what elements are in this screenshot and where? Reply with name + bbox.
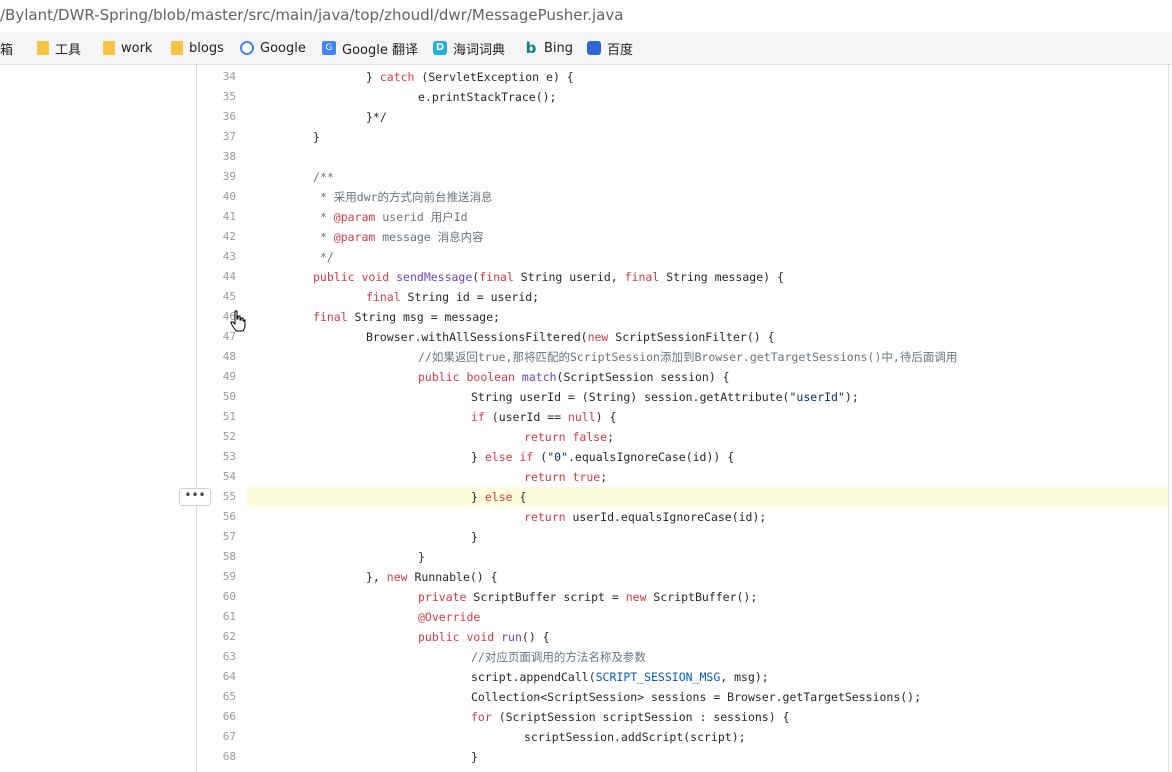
code-line: }: [418, 550, 425, 564]
code-line: private ScriptBuffer script = new Script…: [418, 590, 758, 604]
bookmark-label: 邮箱: [0, 42, 14, 58]
line-number[interactable]: 61: [196, 607, 236, 627]
code-line: return userId.equalsIgnoreCase(id);: [524, 510, 767, 524]
line-number[interactable]: 54: [196, 467, 236, 487]
line-number[interactable]: 50: [196, 387, 236, 407]
code-line: Browser.withAllSessionsFiltered(new Scri…: [366, 330, 775, 344]
content-border: [1168, 65, 1169, 772]
code-line: */: [313, 250, 334, 264]
bookmark-work[interactable]: work: [103, 32, 152, 64]
line-number[interactable]: 62: [196, 627, 236, 647]
expand-more-button[interactable]: •••: [179, 488, 211, 506]
code-line: * 采用dwr的方式向前台推送消息: [313, 190, 493, 204]
bookmark-bing[interactable]: b Bing: [524, 32, 573, 64]
line-number[interactable]: 60: [196, 587, 236, 607]
code-line: @Override: [418, 610, 481, 624]
bookmark-baidu[interactable]: 百度: [587, 32, 633, 64]
bookmark-label: Google: [260, 40, 306, 56]
line-number[interactable]: 63: [196, 647, 236, 667]
line-number[interactable]: 53: [196, 447, 236, 467]
dict-icon: D: [433, 41, 447, 55]
code-line: //对应页面调用的方法名称及参数: [471, 650, 646, 664]
code-line: scriptSession.addScript(script);: [524, 730, 746, 744]
url-text[interactable]: /Bylant/DWR-Spring/blob/master/src/main/…: [0, 6, 623, 24]
line-number[interactable]: 57: [196, 527, 236, 547]
line-number[interactable]: 37: [196, 127, 236, 147]
bookmark-label: Bing: [544, 40, 574, 56]
line-number[interactable]: 64: [196, 667, 236, 687]
line-number[interactable]: 52: [196, 427, 236, 447]
line-number[interactable]: 40: [196, 187, 236, 207]
google-translate-icon: G: [322, 41, 336, 55]
code-line: script.appendCall(SCRIPT_SESSION_MSG, ms…: [471, 670, 769, 684]
code-line: return true;: [524, 470, 608, 484]
code-line: return false;: [524, 430, 615, 444]
bookmark-label: blogs: [189, 40, 224, 56]
code-line: } catch (ServletException e) {: [366, 70, 574, 84]
google-icon: [240, 41, 254, 55]
line-number[interactable]: 48: [196, 347, 236, 367]
code-line: }: [471, 530, 478, 544]
line-number[interactable]: 35: [196, 87, 236, 107]
code-line: } else if ("0".equalsIgnoreCase(id)) {: [471, 450, 735, 464]
line-number[interactable]: 59: [196, 567, 236, 587]
code-line: e.printStackTrace();: [418, 90, 557, 104]
line-number[interactable]: 44: [196, 267, 236, 287]
bookmark-mail[interactable]: 邮箱: [0, 32, 13, 64]
line-number[interactable]: 51: [196, 407, 236, 427]
code-line: * @param userid 用户Id: [313, 210, 468, 224]
code-line: } else {: [471, 490, 527, 504]
hand-cursor-icon: [230, 310, 246, 332]
bookmark-dict[interactable]: D 海词词典: [433, 32, 505, 64]
code-line: if (userId == null) {: [471, 410, 617, 424]
bookmark-label: 海词词典: [453, 42, 506, 58]
code-line: final String msg = message;: [313, 310, 500, 324]
code-line: }: [313, 130, 320, 144]
bookmarks-bar: 邮箱 工具 work blogs Google G Google 翻译 D 海词…: [0, 32, 1172, 65]
line-number[interactable]: 56: [196, 507, 236, 527]
code-line: }*/: [366, 110, 387, 124]
bookmark-label: Google 翻译: [342, 42, 418, 58]
code-line: String userId = (String) session.getAttr…: [471, 390, 859, 404]
code-line: public void run() {: [418, 630, 550, 644]
bookmark-label: 百度: [607, 42, 634, 58]
bing-icon: b: [525, 39, 537, 57]
line-number[interactable]: 68: [196, 747, 236, 767]
line-number[interactable]: 42: [196, 227, 236, 247]
line-number[interactable]: 41: [196, 207, 236, 227]
baidu-icon: [587, 41, 601, 55]
line-number[interactable]: 36: [196, 107, 236, 127]
line-number[interactable]: 67: [196, 727, 236, 747]
bookmark-blogs[interactable]: blogs: [171, 32, 224, 64]
line-number[interactable]: 38: [196, 147, 236, 167]
folder-icon: [37, 41, 49, 55]
address-bar[interactable]: /Bylant/DWR-Spring/blob/master/src/main/…: [0, 0, 1172, 32]
bookmark-label: 工具: [55, 42, 82, 58]
line-number[interactable]: 39: [196, 167, 236, 187]
code-line: final String id = userid;: [366, 290, 540, 304]
highlighted-line: [247, 487, 1168, 507]
code-line: }, new Runnable() {: [366, 570, 498, 584]
line-number[interactable]: 34: [196, 67, 236, 87]
code-line: Collection<ScriptSession> sessions = Bro…: [471, 690, 922, 704]
bookmark-google-translate[interactable]: G Google 翻译: [322, 32, 418, 64]
line-number[interactable]: 58: [196, 547, 236, 567]
line-number[interactable]: 66: [196, 707, 236, 727]
code-line: }: [471, 750, 478, 764]
code-line: /**: [313, 170, 334, 184]
code-line: //如果返回true,那将匹配的ScriptSession添加到Browser.…: [418, 350, 958, 364]
folder-icon: [171, 41, 183, 55]
folder-icon: [103, 41, 115, 55]
line-number[interactable]: 65: [196, 687, 236, 707]
code-line: public void sendMessage(final String use…: [313, 270, 784, 284]
line-number[interactable]: 45: [196, 287, 236, 307]
line-number[interactable]: 43: [196, 247, 236, 267]
bookmark-tools[interactable]: 工具: [37, 32, 81, 64]
bookmark-google[interactable]: Google: [240, 32, 306, 64]
code-line: for (ScriptSession scriptSession : sessi…: [471, 710, 790, 724]
line-number[interactable]: 49: [196, 367, 236, 387]
code-line: * @param message 消息内容: [313, 230, 484, 244]
code-line: public boolean match(ScriptSession sessi…: [418, 370, 730, 384]
bookmark-label: work: [121, 40, 153, 56]
